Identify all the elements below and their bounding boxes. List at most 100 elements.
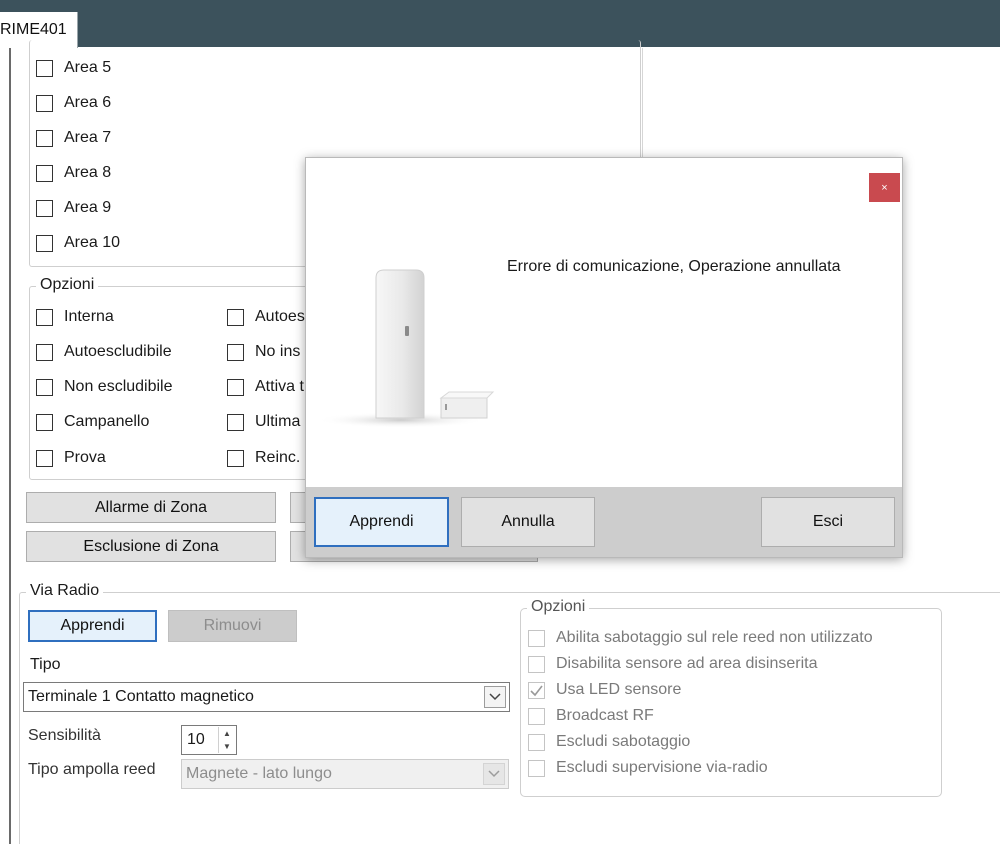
- tab-label: RIME401: [0, 21, 67, 38]
- checkbox-label: Non escludibile: [64, 378, 173, 395]
- button-label: Esci: [812, 513, 844, 530]
- spin-up-icon[interactable]: ▲: [218, 727, 235, 740]
- checkbox-label: Usa LED sensore: [556, 681, 682, 698]
- error-message: Errore di comunicazione, Operazione annu…: [507, 258, 841, 275]
- checkbox-box: [528, 655, 545, 673]
- checkbox-label: Area 9: [64, 199, 112, 216]
- area-5-checkbox[interactable]: Area 5: [36, 59, 111, 77]
- type-select-value: Terminale 1 Contatto magnetico: [28, 688, 254, 705]
- checkbox-label: Autoes: [255, 308, 305, 325]
- checkbox-label: Area 7: [64, 129, 112, 146]
- button-label: Apprendi: [349, 513, 414, 530]
- checkbox-label: Campanello: [64, 413, 150, 430]
- button-label: Apprendi: [60, 617, 125, 634]
- spinner-arrows-icon[interactable]: ▲ ▼: [218, 727, 235, 753]
- checkbox-box: [36, 129, 53, 147]
- checkbox-box: [227, 343, 244, 361]
- checkbox-label: Area 10: [64, 234, 121, 251]
- checkbox-label: Disabilita sensore ad area disinserita: [556, 655, 818, 672]
- radio-remove-button[interactable]: Rimuovi: [168, 610, 297, 642]
- sensitivity-spinner[interactable]: 10 ▲ ▼: [181, 725, 237, 755]
- check-icon: [530, 685, 543, 696]
- sensitivity-label: Sensibilità: [28, 727, 101, 744]
- error-dialog: × Errore di comunicazione, Operazione an…: [305, 157, 903, 558]
- button-label: Rimuovi: [203, 617, 262, 634]
- checkbox-label: Broadcast RF: [556, 707, 654, 724]
- checkbox-box: [227, 308, 244, 326]
- checkbox-box: [528, 629, 545, 647]
- options-legend: Opzioni: [36, 276, 99, 294]
- checkbox-label: Ultima: [255, 413, 301, 430]
- option-interna-checkbox[interactable]: Interna: [36, 308, 114, 326]
- checkbox-box: [36, 199, 53, 217]
- sensor-image: [321, 269, 495, 428]
- exclude-tamper-checkbox[interactable]: Escludi sabotaggio: [528, 733, 690, 751]
- sensitivity-value: 10: [187, 731, 205, 748]
- title-bar: [0, 0, 1000, 12]
- checkbox-box: [36, 378, 53, 396]
- checkbox-box: [36, 308, 53, 326]
- close-icon[interactable]: ×: [869, 173, 900, 202]
- checkbox-box: [528, 733, 545, 751]
- checkbox-label: Reinc.: [255, 449, 301, 466]
- reed-type-select[interactable]: Magnete - lato lungo: [181, 759, 509, 789]
- checkbox-label: Prova: [64, 449, 106, 466]
- zone-alarm-button[interactable]: Allarme di Zona: [26, 492, 276, 523]
- checkbox-label: Autoescludibile: [64, 343, 172, 360]
- reed-type-label: Tipo ampolla reed: [28, 761, 156, 778]
- checkbox-label: Escludi supervisione via-radio: [556, 759, 768, 776]
- checkbox-label: Area 5: [64, 59, 112, 76]
- option-autoescludibile-checkbox[interactable]: Autoescludibile: [36, 343, 172, 361]
- option-reinc-checkbox[interactable]: Reinc.: [227, 449, 300, 467]
- use-led-sensor-checkbox[interactable]: Usa LED sensore: [528, 681, 681, 699]
- close-glyph: ×: [881, 181, 888, 194]
- area-10-checkbox[interactable]: Area 10: [36, 234, 120, 252]
- checkbox-box: [227, 378, 244, 396]
- checkbox-label: Area 8: [64, 164, 112, 181]
- option-no-ins-checkbox[interactable]: No ins: [227, 343, 300, 361]
- checkbox-label: Interna: [64, 308, 114, 325]
- disable-sensor-area-checkbox[interactable]: Disabilita sensore ad area disinserita: [528, 655, 817, 673]
- type-select[interactable]: Terminale 1 Contatto magnetico: [23, 682, 510, 712]
- dialog-learn-button[interactable]: Apprendi: [314, 497, 449, 547]
- panel-divider: [642, 48, 643, 158]
- area-8-checkbox[interactable]: Area 8: [36, 164, 111, 182]
- checkbox-label: Abilita sabotaggio sul rele reed non uti…: [556, 629, 873, 646]
- radio-learn-button[interactable]: Apprendi: [28, 610, 157, 642]
- broadcast-rf-checkbox[interactable]: Broadcast RF: [528, 707, 654, 725]
- checkbox-box: [227, 449, 244, 467]
- area-6-checkbox[interactable]: Area 6: [36, 94, 111, 112]
- checkbox-box: [528, 707, 545, 725]
- exclude-radio-supervision-checkbox[interactable]: Escludi supervisione via-radio: [528, 759, 768, 777]
- enable-tamper-reed-checkbox[interactable]: Abilita sabotaggio sul rele reed non uti…: [528, 629, 873, 647]
- checkbox-box: [36, 343, 53, 361]
- dialog-exit-button[interactable]: Esci: [761, 497, 895, 547]
- chevron-down-icon: [484, 686, 506, 708]
- type-label: Tipo: [30, 656, 61, 673]
- checkbox-box: [36, 59, 53, 77]
- option-non-escludibile-checkbox[interactable]: Non escludibile: [36, 378, 173, 396]
- checkbox-label: Escludi sabotaggio: [556, 733, 691, 750]
- button-label: Esclusione di Zona: [83, 537, 219, 555]
- option-autoes-checkbox[interactable]: Autoes: [227, 308, 305, 326]
- checkbox-box: [36, 234, 53, 252]
- chevron-down-icon: [483, 763, 505, 785]
- checkbox-box: [528, 759, 545, 777]
- dialog-cancel-button[interactable]: Annulla: [461, 497, 595, 547]
- spin-down-icon[interactable]: ▼: [218, 740, 235, 753]
- checkbox-label: No ins: [255, 343, 301, 360]
- checkbox-box: [227, 413, 244, 431]
- button-label: Annulla: [501, 513, 555, 530]
- area-7-checkbox[interactable]: Area 7: [36, 129, 111, 147]
- option-ultima-checkbox[interactable]: Ultima: [227, 413, 300, 431]
- option-prova-checkbox[interactable]: Prova: [36, 449, 106, 467]
- option-attiva-checkbox[interactable]: Attiva t: [227, 378, 304, 396]
- checkbox-box: [36, 413, 53, 431]
- checkbox-box: [528, 681, 545, 699]
- reed-type-value: Magnete - lato lungo: [186, 765, 332, 782]
- via-radio-legend: Via Radio: [26, 582, 104, 600]
- zone-exclusion-button[interactable]: Esclusione di Zona: [26, 531, 276, 562]
- option-campanello-checkbox[interactable]: Campanello: [36, 413, 149, 431]
- checkbox-box: [36, 449, 53, 467]
- area-9-checkbox[interactable]: Area 9: [36, 199, 111, 217]
